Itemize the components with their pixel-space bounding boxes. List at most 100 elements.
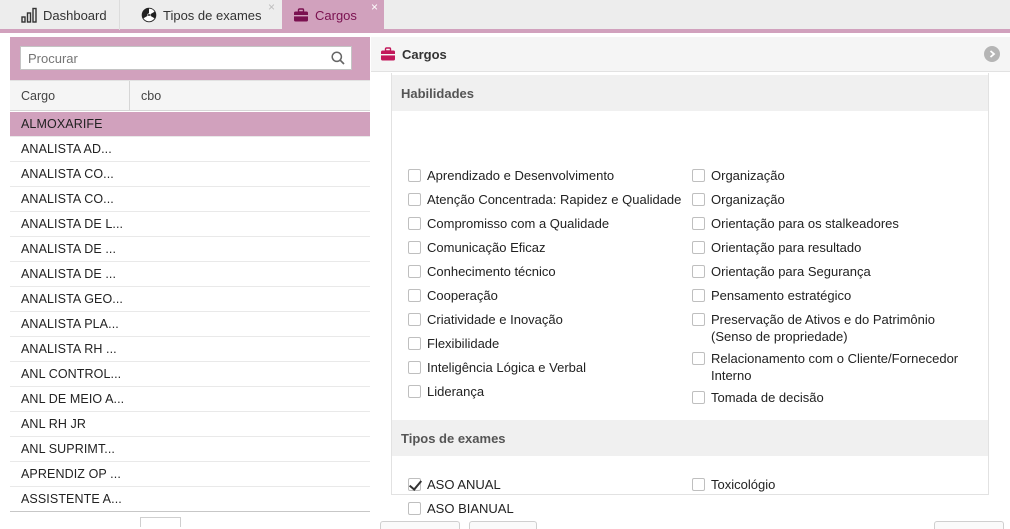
checkbox-habilidade[interactable]: Organização (692, 167, 977, 184)
checkbox-habilidade[interactable]: Orientação para resultado (692, 239, 977, 256)
checkbox-habilidade[interactable]: Atenção Concentrada: Rapidez e Qualidade (408, 191, 690, 208)
table-row[interactable]: ANALISTA DE ... (10, 262, 370, 287)
page-input[interactable] (140, 517, 181, 527)
checkbox-checked-icon[interactable] (408, 478, 421, 491)
checkbox-icon[interactable] (408, 385, 421, 398)
table-row[interactable]: ANALISTA RH ... (10, 337, 370, 362)
checkbox-icon[interactable] (408, 502, 421, 515)
checkbox-icon[interactable] (408, 265, 421, 278)
search-input[interactable] (21, 47, 321, 69)
checkbox-habilidade[interactable]: Criatividade e Inovação (408, 311, 690, 328)
briefcase-icon (293, 7, 309, 23)
checkbox-habilidade[interactable]: Cooperação (408, 287, 690, 304)
tab-cargos[interactable]: Cargos × (282, 0, 384, 30)
section-habilidades-title: Habilidades (392, 75, 988, 111)
table-row[interactable]: ASSISTENTE A... (10, 487, 370, 512)
checkbox-habilidade[interactable]: Compromisso com a Qualidade (408, 215, 690, 232)
checkbox-icon[interactable] (408, 241, 421, 254)
checkbox-icon[interactable] (692, 169, 705, 182)
checkbox-icon[interactable] (408, 289, 421, 302)
cell-cargo: ANL DE MEIO A... (21, 392, 125, 406)
checkbox-habilidade[interactable]: Comunicação Eficaz (408, 239, 690, 256)
cell-cargo: ANL SUPRIMT... (21, 442, 116, 456)
column-header-cargo[interactable]: Cargo (10, 81, 130, 110)
cell-cargo: ANL RH JR (21, 417, 87, 431)
section-tipos-exames-title: Tipos de exames (392, 420, 988, 456)
footer-button[interactable] (380, 521, 460, 529)
checkbox-habilidade[interactable]: Pensamento estratégico (692, 287, 977, 304)
collapse-icon[interactable] (984, 46, 1000, 62)
checkbox-habilidade[interactable]: Inteligência Lógica e Verbal (408, 359, 690, 376)
checkbox-icon[interactable] (408, 313, 421, 326)
checkbox-habilidade[interactable]: Organização (692, 191, 977, 208)
table-row[interactable]: ANALISTA CO... (10, 162, 370, 187)
cargos-list-panel: Cargo cbo ALMOXARIFE ANALISTA AD... ANAL… (10, 37, 370, 527)
bar-chart-icon (21, 7, 37, 23)
table-row[interactable]: ANALISTA CO... (10, 187, 370, 212)
checkbox-icon[interactable] (408, 193, 421, 206)
cell-cargo: ANALISTA RH ... (21, 342, 117, 356)
close-icon[interactable]: × (268, 1, 275, 13)
column-header-cbo[interactable]: cbo (130, 89, 161, 103)
panel-header: Cargos (371, 37, 1010, 72)
grid-header: Cargo cbo (10, 80, 370, 111)
checkbox-icon[interactable] (692, 478, 705, 491)
table-row[interactable]: ANL RH JR (10, 412, 370, 437)
tab-tipos-de-exames[interactable]: Tipos de exames × (119, 0, 281, 30)
checkbox-habilidade[interactable]: Tomada de decisão (692, 389, 977, 406)
cell-cargo: ANALISTA DE ... (21, 267, 117, 281)
panel-title: Cargos (402, 46, 447, 62)
table-row[interactable]: APRENDIZ OP ... (10, 462, 370, 487)
table-row[interactable]: ANALISTA GEO... (10, 287, 370, 312)
cell-cargo: ANALISTA DE L... (21, 217, 124, 231)
cargo-detail-panel: Cargos Habilidades Aprendizado e Desenvo… (371, 37, 1010, 529)
cell-cargo: ANALISTA GEO... (21, 292, 123, 306)
pagination-bar (10, 511, 370, 527)
checkbox-icon[interactable] (408, 169, 421, 182)
table-row[interactable]: ANL SUPRIMT... (10, 437, 370, 462)
checkbox-icon[interactable] (692, 193, 705, 206)
checkbox-icon[interactable] (692, 352, 705, 365)
checkbox-icon[interactable] (692, 313, 705, 326)
checkbox-exame[interactable]: Toxicológio (692, 476, 977, 493)
checkbox-habilidade[interactable]: Flexibilidade (408, 335, 690, 352)
briefcase-icon (380, 46, 396, 62)
table-row[interactable]: ANALISTA DE L... (10, 212, 370, 237)
table-row[interactable]: ANALISTA PLA... (10, 312, 370, 337)
close-icon[interactable]: × (371, 1, 378, 13)
cell-cargo: ASSISTENTE A... (21, 492, 122, 506)
footer-button[interactable] (934, 521, 1004, 529)
cell-cargo: ANALISTA CO... (21, 167, 114, 181)
checkbox-icon[interactable] (692, 241, 705, 254)
checkbox-habilidade[interactable]: Relacionamento com o Cliente/Fornecedor … (692, 350, 977, 384)
cell-cargo: ANALISTA DE ... (21, 242, 117, 256)
table-row[interactable]: ANL DE MEIO A... (10, 387, 370, 412)
checkbox-habilidade[interactable]: Conhecimento técnico (408, 263, 690, 280)
checkbox-habilidade[interactable]: Orientação para os stalkeadores (692, 215, 977, 232)
checkbox-icon[interactable] (408, 217, 421, 230)
search-icon[interactable] (331, 51, 345, 65)
checkbox-habilidade[interactable]: Aprendizado e Desenvolvimento (408, 167, 690, 184)
cell-cargo: APRENDIZ OP ... (21, 467, 121, 481)
tab-dashboard[interactable]: Dashboard (0, 0, 118, 30)
checkbox-icon[interactable] (692, 391, 705, 404)
footer-button[interactable] (469, 521, 537, 529)
checkbox-icon[interactable] (408, 361, 421, 374)
tab-label: Dashboard (43, 7, 107, 23)
checkbox-icon[interactable] (692, 217, 705, 230)
table-row[interactable]: ALMOXARIFE (10, 112, 370, 137)
checkbox-icon[interactable] (692, 289, 705, 302)
checkbox-exame[interactable]: ASO BIANUAL (408, 500, 690, 517)
table-row[interactable]: ANALISTA AD... (10, 137, 370, 162)
grid-body: ALMOXARIFE ANALISTA AD... ANALISTA CO...… (10, 112, 370, 512)
checkbox-habilidade[interactable]: Preservação de Ativos e do Patrimônio (S… (692, 311, 977, 345)
checkbox-icon[interactable] (408, 337, 421, 350)
table-row[interactable]: ANALISTA DE ... (10, 237, 370, 262)
checkbox-icon[interactable] (692, 265, 705, 278)
cell-cargo: ANALISTA CO... (21, 192, 114, 206)
checkbox-habilidade[interactable]: Orientação para Segurança (692, 263, 977, 280)
checkbox-exame[interactable]: ASO ANUAL (408, 476, 690, 493)
table-row[interactable]: ANL CONTROL... (10, 362, 370, 387)
cell-cargo: ALMOXARIFE (21, 117, 103, 131)
checkbox-habilidade[interactable]: Liderança (408, 383, 690, 400)
